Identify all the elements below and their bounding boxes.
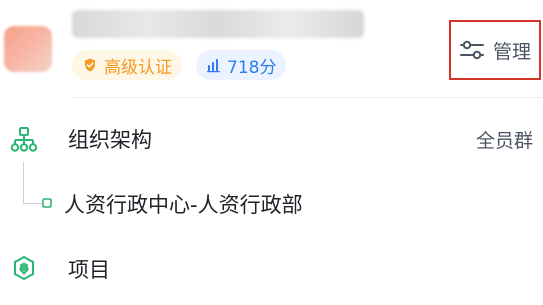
profile-organization-panel: 高级认证 718分 管理 组织架构 全员群 人资行政中心-人资行政部 项目 xyxy=(0,0,543,305)
all-staff-group-link[interactable]: 全员群 xyxy=(476,126,533,153)
org-chart-icon xyxy=(10,126,38,154)
certification-badge[interactable]: 高级认证 xyxy=(72,50,182,80)
tree-connector-horizontal xyxy=(23,203,42,204)
header-divider xyxy=(72,97,543,98)
user-name-placeholder xyxy=(72,10,364,38)
bar-chart-icon xyxy=(206,57,222,73)
org-structure-title: 组织架构 xyxy=(68,128,152,152)
manage-button-label: 管理 xyxy=(492,40,531,63)
score-badge-label: 718分 xyxy=(227,57,277,78)
tree-connector-vertical xyxy=(23,162,24,204)
project-item[interactable]: 项目 xyxy=(68,254,110,284)
hexagon-project-icon xyxy=(12,255,36,283)
avatar[interactable] xyxy=(4,26,52,72)
manage-button[interactable]: 管理 xyxy=(449,20,541,80)
department-item[interactable]: 人资行政中心-人资行政部 xyxy=(64,189,303,219)
score-badge[interactable]: 718分 xyxy=(196,50,287,80)
tree-node-icon xyxy=(42,198,52,208)
profile-badges: 高级认证 718分 xyxy=(72,50,287,80)
certification-badge-label: 高级认证 xyxy=(104,57,172,78)
sliders-icon xyxy=(459,38,485,62)
verified-shield-icon xyxy=(82,57,98,73)
